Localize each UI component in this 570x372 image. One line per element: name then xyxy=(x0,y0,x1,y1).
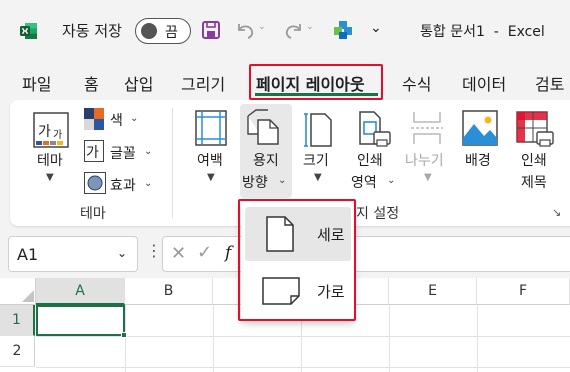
tab-home[interactable]: 홈 xyxy=(84,71,99,95)
svg-text:가: 가 xyxy=(53,129,62,141)
tab-insert[interactable]: 삽입 xyxy=(124,71,153,95)
background-label: 배경 xyxy=(465,153,491,169)
print-area-label-line1: 인쇄 xyxy=(357,153,383,169)
theme-effects-label: 효과 xyxy=(110,178,136,194)
chevron-down-icon: ⌄ xyxy=(144,178,153,189)
size-label: 크기 xyxy=(303,153,329,169)
orientation-button[interactable]: 용지 방향 ⌄ xyxy=(240,104,292,198)
background-image-icon xyxy=(462,110,498,146)
save-icon[interactable] xyxy=(200,19,222,41)
breaks-label: 나누기 xyxy=(405,153,444,169)
theme-effects-icon xyxy=(84,172,106,194)
chevron-down-icon: ▼ xyxy=(207,172,215,183)
dialog-launcher-icon[interactable]: ↘ xyxy=(552,206,561,219)
print-titles-label-line1: 인쇄 xyxy=(521,153,547,169)
tab-file[interactable]: 파일 xyxy=(22,71,51,95)
toggle-knob xyxy=(141,23,157,39)
formula-bar[interactable]: ✕ ✓ f xyxy=(162,236,570,272)
excel-logo-icon xyxy=(20,23,37,39)
name-box-value: A1 xyxy=(17,245,39,264)
print-area-icon xyxy=(359,111,391,147)
enter-icon[interactable]: ✓ xyxy=(197,242,212,263)
highlight-box-menu xyxy=(238,199,356,321)
group-label-page-setup: 지 설정 xyxy=(356,206,400,222)
grid-line xyxy=(477,305,478,372)
orientation-icon xyxy=(247,109,279,145)
grid-line xyxy=(125,305,126,372)
tab-formulas[interactable]: 수식 xyxy=(402,71,431,95)
theme-fonts-icon: 가 xyxy=(84,140,104,162)
svg-text:가: 가 xyxy=(38,124,51,140)
cancel-icon[interactable]: ✕ xyxy=(171,243,186,264)
column-header-b[interactable]: B xyxy=(125,278,213,305)
row-header-1[interactable]: 1 xyxy=(0,305,35,336)
document-title: 통합 문서1 - Excel xyxy=(420,24,545,40)
insert-function-icon[interactable]: f xyxy=(225,243,231,263)
themes-icon: 가 가 xyxy=(33,112,69,148)
chevron-down-icon: ⌄ xyxy=(387,175,396,186)
undo-icon[interactable] xyxy=(234,19,256,41)
addin-icon[interactable] xyxy=(332,19,354,41)
margins-label: 여백 xyxy=(197,153,223,169)
group-separator xyxy=(172,108,173,218)
chevron-down-icon: ⌄ xyxy=(278,175,287,186)
tab-data[interactable]: 데이터 xyxy=(462,71,506,95)
fill-handle[interactable] xyxy=(121,332,127,338)
grid-line xyxy=(213,305,214,372)
tab-review[interactable]: 검토 xyxy=(535,71,564,95)
column-header-f[interactable]: F xyxy=(477,278,570,305)
grid-line xyxy=(36,336,570,337)
undo-dropdown-icon[interactable]: ⌄ xyxy=(258,22,280,44)
chevron-down-icon: ▼ xyxy=(314,172,322,183)
select-all-icon xyxy=(22,290,34,302)
chevron-down-icon: ▼ xyxy=(424,172,432,183)
size-icon xyxy=(304,113,332,147)
chevron-down-icon: ▼ xyxy=(46,172,54,183)
column-header-e[interactable]: E xyxy=(389,278,477,305)
active-cell-a1[interactable] xyxy=(36,305,125,336)
autosave-toggle[interactable]: 끔 xyxy=(135,18,191,44)
tab-draw[interactable]: 그리기 xyxy=(181,71,225,95)
theme-colors-icon xyxy=(84,108,104,130)
grid-line xyxy=(389,305,390,372)
autosave-label: 자동 저장 xyxy=(62,22,122,40)
redo-icon[interactable] xyxy=(283,19,305,41)
chevron-down-icon: ⌄ xyxy=(130,113,139,124)
themes-label: 테마 xyxy=(37,153,63,169)
group-label-themes: 테마 xyxy=(80,206,106,222)
name-box[interactable]: A1 ⌄ xyxy=(8,236,138,272)
more-options-icon[interactable]: ⋮ xyxy=(146,241,162,260)
chevron-down-icon: ⌄ xyxy=(144,146,153,157)
highlight-box-tab xyxy=(249,64,383,100)
chevron-down-icon[interactable]: ⌄ xyxy=(117,246,127,260)
customize-toolbar-icon[interactable]: ⌄ xyxy=(370,20,392,42)
print-area-label-line2: 영역 xyxy=(351,175,377,191)
print-titles-icon xyxy=(516,111,554,147)
svg-text:가: 가 xyxy=(86,145,99,161)
column-header-a[interactable]: A xyxy=(36,278,125,305)
row-header-2[interactable]: 2 xyxy=(0,336,35,367)
theme-colors-label: 색 xyxy=(110,113,123,129)
grid-line xyxy=(36,367,570,368)
orientation-label-line1: 용지 xyxy=(253,153,279,169)
autosave-state: 끔 xyxy=(165,25,178,41)
theme-fonts-label: 글꼴 xyxy=(110,146,136,162)
redo-dropdown-icon[interactable]: ⌄ xyxy=(306,22,328,44)
title-bar: 자동 저장 끔 ⌄ ⌄ ⌄ 통합 문서1 - Excel xyxy=(0,0,570,60)
breaks-icon xyxy=(411,112,443,144)
orientation-label-line2: 방향 xyxy=(242,175,268,191)
print-titles-label-line2: 제목 xyxy=(521,175,547,191)
margins-icon xyxy=(195,110,227,146)
